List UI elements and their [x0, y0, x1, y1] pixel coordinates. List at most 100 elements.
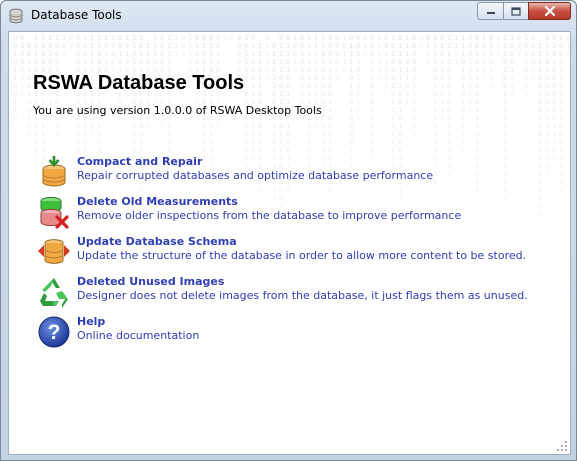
- matrix-digit: 1: [559, 74, 563, 82]
- matrix-digit: 1: [41, 138, 45, 146]
- matrix-digit: 1: [307, 50, 311, 58]
- matrix-digit: 0: [20, 58, 24, 66]
- matrix-digit: 1: [286, 90, 290, 98]
- matrix-digit: 1: [461, 130, 465, 138]
- matrix-digit: 1: [307, 42, 311, 50]
- matrix-digit: 0: [202, 146, 206, 154]
- matrix-digit: 1: [440, 66, 444, 74]
- matrix-digit: 0: [524, 66, 528, 74]
- matrix-digit: 1: [139, 50, 143, 58]
- matrix-digit: 1: [377, 42, 381, 50]
- matrix-digit: 1: [153, 42, 157, 50]
- close-button[interactable]: [528, 2, 571, 20]
- matrix-digit: 1: [307, 138, 311, 146]
- matrix-digit: 0: [139, 130, 143, 138]
- matrix-digit: 0: [545, 106, 549, 114]
- matrix-digit: 1: [279, 58, 283, 66]
- matrix-digit: 0: [531, 66, 535, 74]
- matrix-digit: 0: [265, 34, 269, 42]
- tool-label[interactable]: Deleted Unused Images: [77, 275, 224, 288]
- matrix-digit: 0: [447, 66, 451, 74]
- tool-deleted-unused-images[interactable]: Deleted Unused Images Designer does not …: [37, 275, 557, 309]
- tool-compact-and-repair[interactable]: Compact and Repair Repair corrupted data…: [37, 155, 557, 189]
- matrix-digit: 0: [363, 34, 367, 42]
- matrix-digit: 0: [482, 42, 486, 50]
- tool-label[interactable]: Help: [77, 315, 105, 328]
- matrix-digit: 1: [377, 50, 381, 58]
- matrix-digit: 0: [391, 146, 395, 154]
- title-bar[interactable]: Database Tools: [1, 1, 576, 31]
- tool-label[interactable]: Update Database Schema: [77, 235, 237, 248]
- matrix-digit: 0: [13, 122, 17, 130]
- matrix-digit: 0: [237, 58, 241, 66]
- matrix-digit: 0: [559, 178, 563, 186]
- matrix-digit: 1: [503, 66, 507, 74]
- tool-description: Online documentation: [77, 329, 200, 342]
- caption-buttons: [477, 2, 571, 22]
- matrix-digit: 0: [34, 146, 38, 154]
- matrix-digit: 0: [440, 74, 444, 82]
- matrix-digit: 1: [27, 58, 31, 66]
- matrix-digit: 0: [13, 42, 17, 50]
- matrix-digit: 0: [188, 58, 192, 66]
- tool-delete-old-measurements[interactable]: Delete Old Measurements Remove older ins…: [37, 195, 557, 229]
- matrix-digit: 0: [503, 114, 507, 122]
- matrix-digit: 1: [13, 66, 17, 74]
- matrix-digit: 1: [503, 50, 507, 58]
- matrix-digit: 1: [405, 42, 409, 50]
- matrix-digit: 0: [461, 146, 465, 154]
- matrix-digit: 0: [139, 42, 143, 50]
- tool-help[interactable]: ? Help Online documentation: [37, 315, 557, 349]
- matrix-digit: 1: [321, 138, 325, 146]
- matrix-digit: 1: [475, 50, 479, 58]
- matrix-digit: 0: [447, 98, 451, 106]
- matrix-digit: 1: [258, 50, 262, 58]
- maximize-button[interactable]: [503, 2, 528, 20]
- matrix-digit: 1: [174, 34, 178, 42]
- tool-label[interactable]: Compact and Repair: [77, 155, 202, 168]
- matrix-digit: 1: [90, 42, 94, 50]
- matrix-digit: 0: [475, 58, 479, 66]
- matrix-digit: 0: [286, 34, 290, 42]
- matrix-digit: 1: [503, 138, 507, 146]
- matrix-digit: 1: [468, 58, 472, 66]
- matrix-digit: 1: [104, 34, 108, 42]
- matrix-digit: 1: [139, 138, 143, 146]
- matrix-digit: 0: [552, 66, 556, 74]
- matrix-digit: 1: [279, 42, 283, 50]
- matrix-digit: 1: [167, 58, 171, 66]
- matrix-digit: 0: [503, 82, 507, 90]
- matrix-digit: 0: [545, 90, 549, 98]
- size-grip-icon[interactable]: [556, 440, 568, 452]
- matrix-digit: 0: [510, 82, 514, 90]
- matrix-digit: 1: [300, 66, 304, 74]
- matrix-digit: 1: [538, 138, 542, 146]
- matrix-digit: 1: [545, 122, 549, 130]
- matrix-digit: 1: [426, 58, 430, 66]
- matrix-digit: 1: [244, 130, 248, 138]
- minimize-button[interactable]: [477, 2, 503, 20]
- matrix-digit: 1: [482, 50, 486, 58]
- client-area: 0001011001100010001100011001001000010100…: [8, 31, 571, 455]
- matrix-digit: 1: [174, 42, 178, 50]
- matrix-digit: 1: [244, 122, 248, 130]
- matrix-digit: 0: [391, 66, 395, 74]
- matrix-digit: 1: [328, 66, 332, 74]
- matrix-digit: 1: [41, 34, 45, 42]
- matrix-digit: 1: [482, 34, 486, 42]
- matrix-digit: 1: [90, 58, 94, 66]
- matrix-digit: 1: [83, 146, 87, 154]
- matrix-digit: 0: [272, 138, 276, 146]
- matrix-digit: 1: [405, 34, 409, 42]
- matrix-digit: 0: [342, 66, 346, 74]
- matrix-digit: 0: [328, 146, 332, 154]
- matrix-digit: 1: [496, 34, 500, 42]
- matrix-digit: 0: [475, 42, 479, 50]
- tool-update-database-schema[interactable]: Update Database Schema Update the struct…: [37, 235, 557, 269]
- matrix-digit: 0: [461, 58, 465, 66]
- matrix-digit: 1: [328, 106, 332, 114]
- matrix-digit: 1: [412, 82, 416, 90]
- tool-label[interactable]: Delete Old Measurements: [77, 195, 238, 208]
- matrix-digit: 1: [433, 146, 437, 154]
- maximize-icon: [511, 6, 521, 16]
